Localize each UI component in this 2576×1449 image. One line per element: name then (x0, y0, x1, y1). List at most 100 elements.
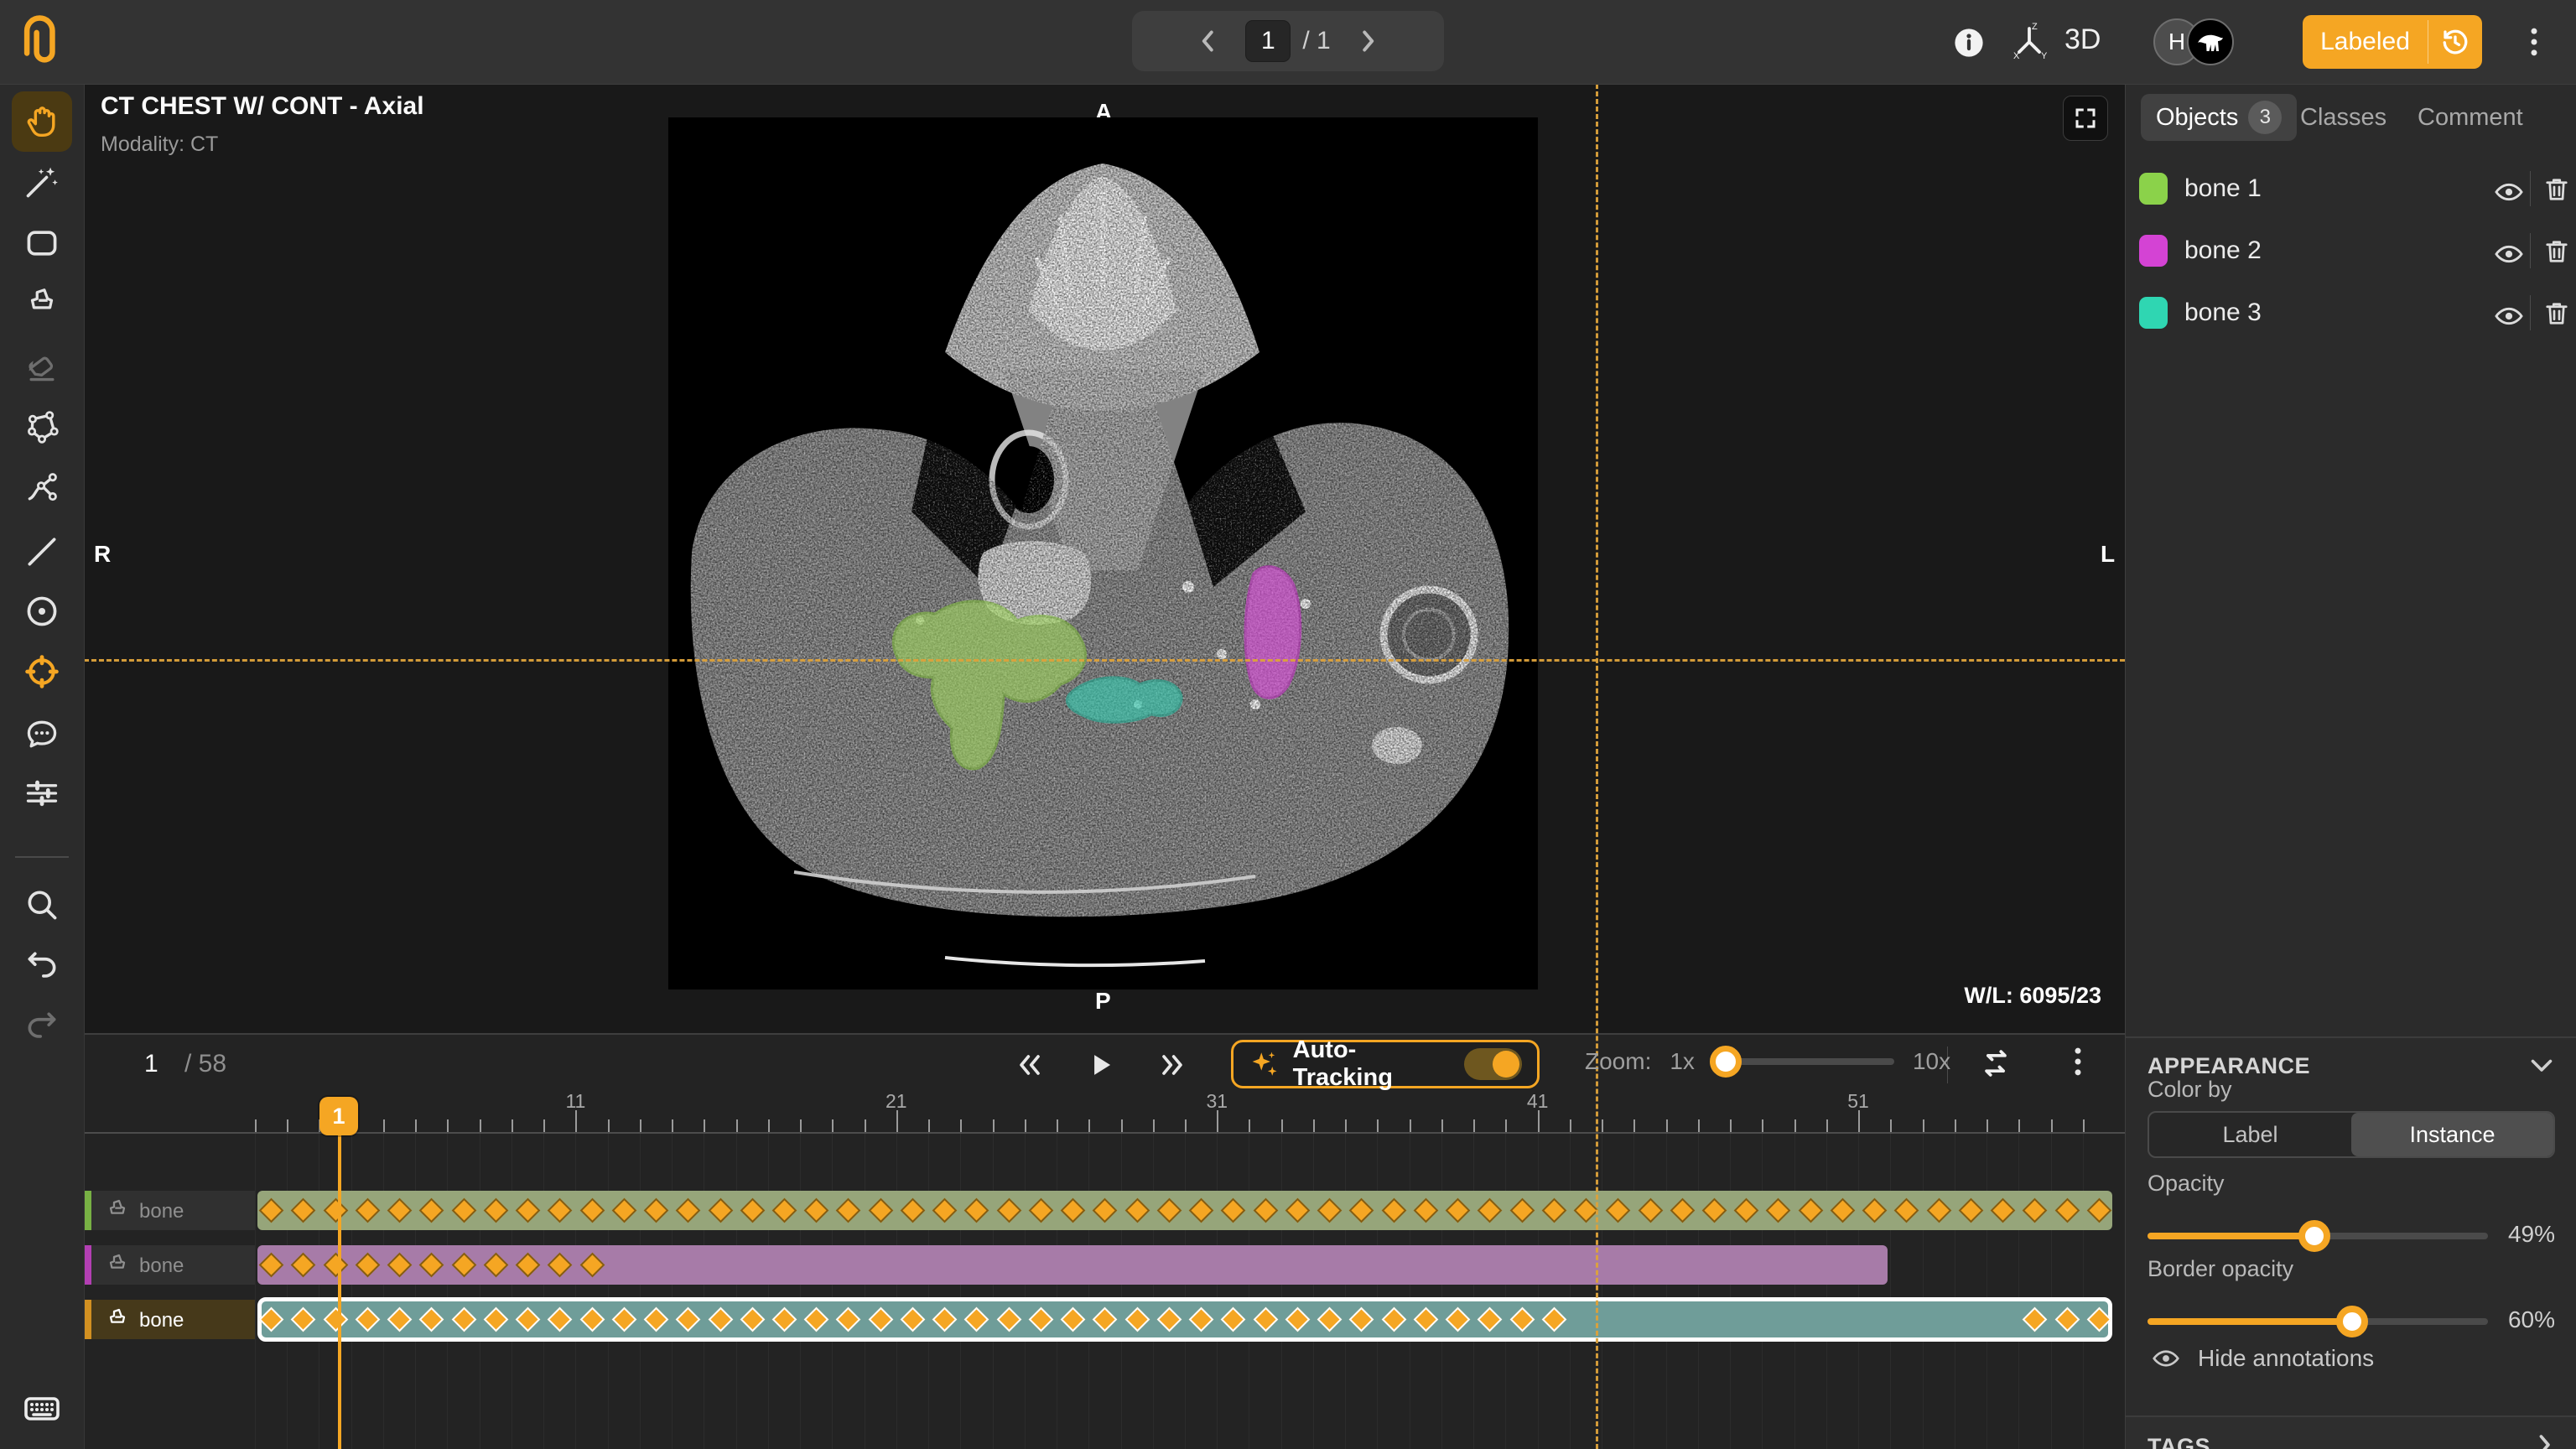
zoom-slider-handle[interactable] (1710, 1046, 1742, 1078)
ruler-label: 11 (565, 1090, 585, 1113)
grid-line (1698, 1134, 1699, 1449)
current-frame-input[interactable]: 1 (144, 1050, 158, 1078)
toolbar-divider (15, 856, 69, 858)
search-button[interactable] (12, 875, 72, 935)
labeled-status-button[interactable]: Labeled (2303, 15, 2482, 69)
view-3d-button[interactable]: 3D (2064, 23, 2101, 56)
delete-trash-icon[interactable] (2542, 236, 2572, 267)
tab-comment[interactable]: Comment (2418, 104, 2523, 132)
tab-objects[interactable]: Objects 3 (2141, 94, 2297, 141)
brush-tool-button[interactable] (12, 274, 72, 335)
playhead-flag[interactable]: 1 (319, 1097, 358, 1135)
delete-trash-icon[interactable] (2542, 174, 2572, 205)
task-number-input[interactable]: 1 (1245, 20, 1291, 62)
loop-icon[interactable] (1977, 1045, 2014, 1082)
magic-wand-tool-button[interactable] (12, 152, 72, 212)
tab-classes[interactable]: Classes (2300, 104, 2386, 132)
grid-line (993, 1134, 994, 1449)
appearance-header[interactable]: APPEARANCE (2148, 1053, 2310, 1079)
ruler-tick (928, 1119, 930, 1132)
object-row[interactable]: bone 2 (2126, 220, 2576, 282)
color-by-segmented-control: Label Instance (2148, 1111, 2555, 1158)
viewport[interactable]: CT CHEST W/ CONT - Axial Modality: CT A … (84, 84, 2125, 1033)
opacity-label: Opacity (2148, 1171, 2225, 1197)
more-menu-icon[interactable] (2516, 23, 2553, 60)
chevron-down-icon[interactable] (2527, 1050, 2557, 1080)
adjustments-button[interactable] (12, 763, 72, 823)
undo-button[interactable] (12, 936, 72, 996)
frame-ruler[interactable]: 1121314151 (84, 1093, 2125, 1134)
auto-tracking-control[interactable]: Auto-Tracking (1231, 1040, 1540, 1088)
eraser-tool-button[interactable] (12, 336, 72, 397)
comment-tool-button[interactable] (12, 704, 72, 765)
line-tool-button[interactable] (12, 522, 72, 582)
polygon-tool-button[interactable] (12, 397, 72, 457)
axis-orientation-icon[interactable] (2009, 22, 2049, 62)
grid-line (672, 1134, 673, 1449)
border-opacity-slider[interactable] (2148, 1318, 2488, 1325)
polyline-tool-button[interactable] (12, 458, 72, 518)
chevron-right-icon[interactable] (2530, 1431, 2558, 1449)
timeline-menu-icon[interactable] (2059, 1043, 2096, 1080)
grid-line (800, 1134, 801, 1449)
grid-line (1923, 1134, 1924, 1449)
track-label[interactable]: bone (84, 1191, 255, 1230)
visibility-eye-icon[interactable] (2493, 300, 2525, 332)
opacity-slider-handle[interactable] (2298, 1220, 2330, 1252)
track-color-stripe (84, 1191, 91, 1230)
color-by-label: Color by (2148, 1077, 2232, 1103)
track-label[interactable]: bone (84, 1245, 255, 1285)
skip-back-icon[interactable] (1013, 1048, 1046, 1082)
zoom-slider[interactable] (1713, 1058, 1894, 1065)
tags-section[interactable]: TAGS (2126, 1417, 2576, 1449)
ruler-tick (1441, 1119, 1443, 1132)
color-by-option-label[interactable]: Label (2149, 1113, 2351, 1156)
ruler-tick (1987, 1119, 1988, 1132)
ruler-tick (1313, 1119, 1315, 1132)
hide-annotations-button[interactable]: Hide annotations (2151, 1343, 2374, 1374)
fullscreen-button[interactable] (2063, 96, 2108, 141)
grid-line (1217, 1134, 1218, 1449)
next-task-button[interactable] (1353, 26, 1383, 56)
brush-icon (23, 285, 61, 324)
border-opacity-slider-handle[interactable] (2336, 1306, 2368, 1337)
grid-line (383, 1134, 384, 1449)
app-logo-icon[interactable] (18, 13, 62, 69)
object-row[interactable]: bone 1 (2126, 158, 2576, 220)
playhead-line[interactable] (338, 1132, 341, 1449)
bounding-box-tool-button[interactable] (12, 213, 72, 273)
grid-line (255, 1134, 256, 1449)
grid-line (1185, 1134, 1186, 1449)
crosshair-vertical-line[interactable] (1596, 84, 1598, 1449)
avatar-collaborator[interactable] (2187, 18, 2234, 65)
grid-line (832, 1134, 833, 1449)
keyboard-shortcuts-icon[interactable] (22, 1389, 62, 1429)
redo-button[interactable] (12, 996, 72, 1057)
delete-trash-icon[interactable] (2542, 299, 2572, 329)
keypoint-tool-button[interactable] (12, 581, 72, 641)
ruler-tick (960, 1119, 962, 1132)
opacity-slider[interactable] (2148, 1233, 2488, 1239)
row-divider (2530, 233, 2531, 268)
crosshair-tool-button[interactable] (12, 641, 72, 702)
pan-tool-button[interactable] (12, 91, 72, 152)
prev-task-button[interactable] (1193, 26, 1223, 56)
track-label[interactable]: bone (84, 1300, 255, 1339)
visibility-eye-icon[interactable] (2493, 176, 2525, 208)
ruler-tick (1826, 1119, 1828, 1132)
color-by-option-instance[interactable]: Instance (2351, 1113, 2553, 1156)
ruler-tick (800, 1119, 802, 1132)
objects-count-badge: 3 (2248, 101, 2282, 134)
object-row[interactable]: bone 3 (2126, 282, 2576, 344)
transport-controls (1013, 1048, 1189, 1082)
series-modality: Modality: CT (101, 132, 218, 157)
skip-forward-icon[interactable] (1156, 1048, 1189, 1082)
line-icon (23, 533, 60, 570)
crosshair-horizontal-line[interactable] (84, 659, 2125, 662)
auto-tracking-toggle[interactable] (1464, 1048, 1522, 1080)
visibility-eye-icon[interactable] (2493, 238, 2525, 270)
orientation-left: L (2101, 541, 2115, 568)
play-icon[interactable] (1085, 1049, 1117, 1081)
ruler-tick (383, 1119, 385, 1132)
info-icon[interactable] (1951, 25, 1987, 60)
